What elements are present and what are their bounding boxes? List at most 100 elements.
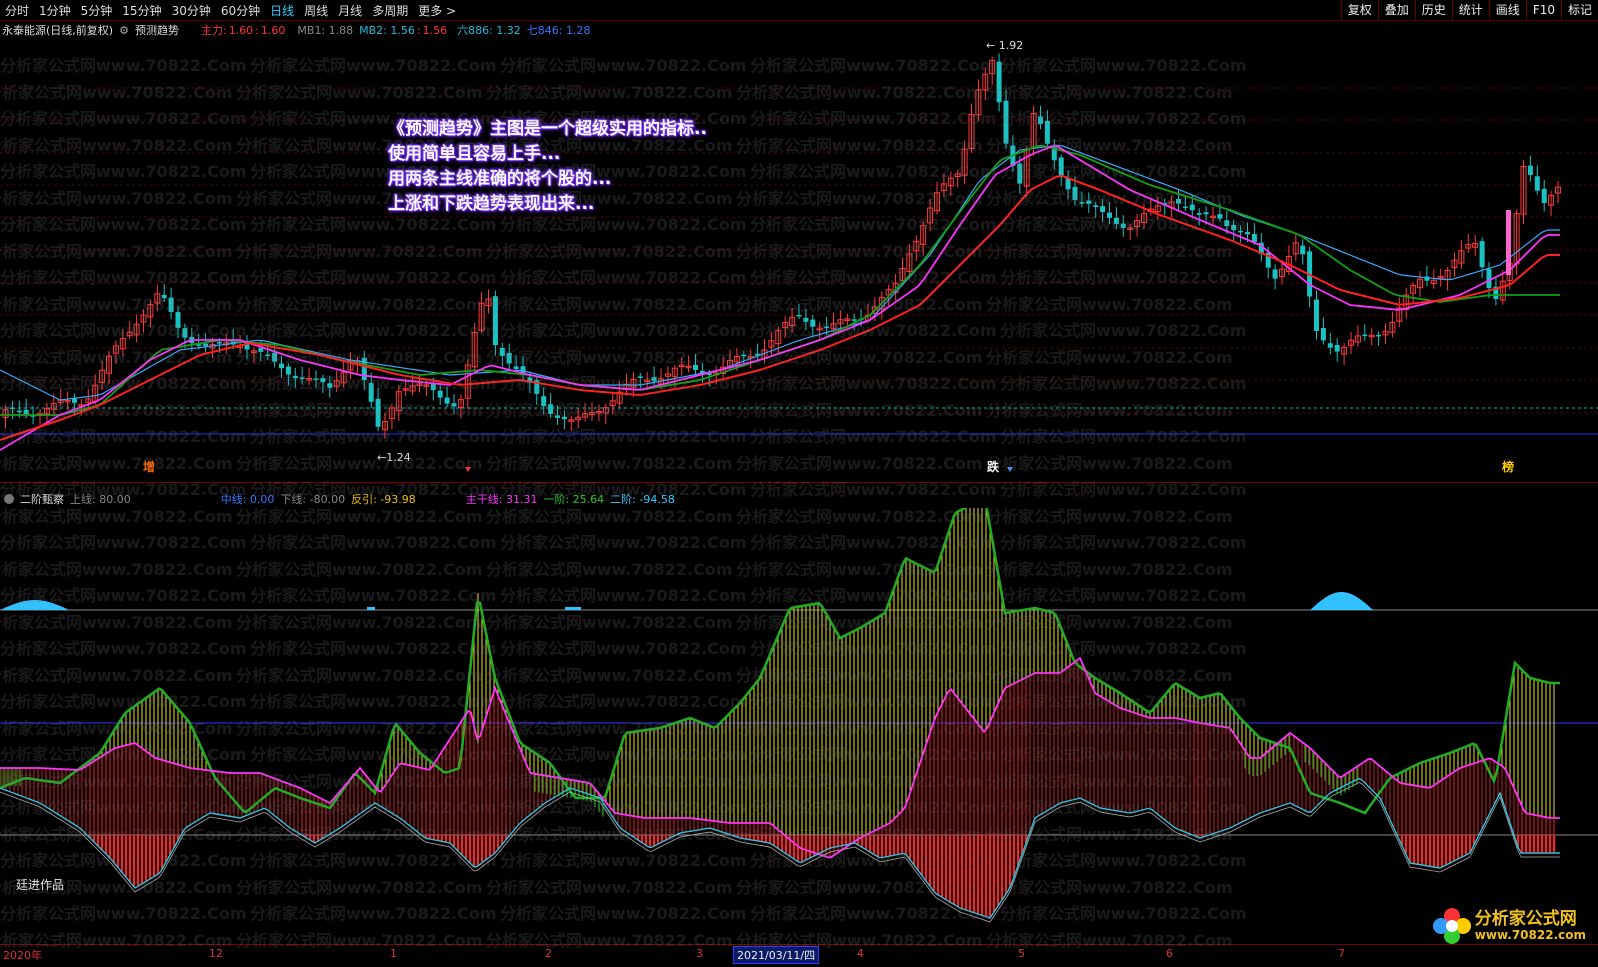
signal-bang: 榜 bbox=[1502, 459, 1514, 474]
candle-down bbox=[561, 416, 567, 420]
candle-down bbox=[1065, 178, 1071, 190]
candle-down bbox=[1362, 334, 1368, 337]
low-price-label: ←1.24 bbox=[377, 451, 411, 464]
candle-down bbox=[430, 383, 436, 391]
candle-down bbox=[175, 312, 181, 328]
candle-down bbox=[9, 407, 15, 409]
annotation-line: 使用简单且容易上手... bbox=[388, 144, 561, 164]
second-order-value: 二阶: -94.58 bbox=[610, 493, 675, 506]
timeframe-tab[interactable]: 周线 bbox=[299, 2, 333, 19]
date-label: 4 bbox=[857, 947, 864, 960]
candle-down bbox=[320, 378, 326, 383]
candle-down bbox=[1541, 188, 1547, 203]
candle-down bbox=[1327, 343, 1333, 348]
candle-down bbox=[1320, 327, 1326, 341]
candle-down bbox=[1272, 269, 1278, 279]
annotation-line: 《预测趋势》主图是一个超级实用的指标.. bbox=[388, 119, 707, 139]
signal-die: 跌 bbox=[987, 459, 1000, 474]
mb2-value: MB2: 1.56 bbox=[359, 23, 415, 37]
candle-down bbox=[513, 366, 519, 370]
author-signature: 廷进作品 bbox=[16, 878, 65, 892]
candle-down bbox=[1003, 100, 1009, 144]
candle-down bbox=[1113, 217, 1119, 225]
flower-logo-icon bbox=[1432, 908, 1471, 944]
timeframe-tab[interactable]: 日线 bbox=[265, 2, 299, 19]
tool-button[interactable]: 画线 bbox=[1488, 0, 1526, 20]
candle-down bbox=[1044, 120, 1050, 144]
tool-button[interactable]: 标记 bbox=[1560, 0, 1598, 20]
high-price-label: ← 1.92 bbox=[986, 40, 1023, 52]
candle-down bbox=[313, 378, 319, 381]
candle-down bbox=[272, 352, 278, 362]
candle-down bbox=[23, 409, 29, 415]
overbought-fill bbox=[1310, 592, 1392, 610]
indicator-chart[interactable] bbox=[0, 508, 1598, 942]
candle-down bbox=[1182, 206, 1188, 209]
tool-button[interactable]: 复权 bbox=[1340, 0, 1378, 20]
kline-chart[interactable]: ← 1.92 ←1.24 增 跌 榜 bbox=[0, 40, 1598, 480]
timeframe-tab[interactable]: 分时 bbox=[0, 2, 34, 19]
trunk-value: 主干线: 31.31 bbox=[465, 493, 538, 506]
arrow-up-icon bbox=[465, 467, 471, 472]
candle-down bbox=[258, 348, 264, 352]
timeframe-tab[interactable]: 1分钟 bbox=[34, 2, 76, 19]
main-value-1: 1.60 bbox=[228, 23, 254, 37]
candle-down bbox=[506, 352, 512, 364]
settings-gear-icon[interactable]: ⚙ bbox=[119, 24, 129, 37]
date-label: 3 bbox=[696, 947, 703, 960]
upper-line-value: 上线: 80.00 bbox=[70, 493, 131, 506]
candle-down bbox=[72, 398, 77, 403]
signal-bar bbox=[1506, 210, 1511, 275]
pane-divider[interactable] bbox=[0, 482, 1598, 483]
candle-down bbox=[1038, 116, 1043, 124]
timeframe-tab[interactable]: 月线 bbox=[333, 2, 367, 19]
candle-down bbox=[437, 390, 443, 398]
indicator-name[interactable]: 预测趋势 bbox=[135, 22, 179, 38]
candle-down bbox=[541, 396, 547, 407]
candle-down bbox=[1176, 198, 1181, 204]
date-label: 6 bbox=[1166, 947, 1173, 960]
tool-button[interactable]: 叠加 bbox=[1377, 0, 1415, 20]
candle-down bbox=[1238, 230, 1244, 233]
mb2-value-2: 1.56 bbox=[422, 23, 448, 37]
main-label: 主力: bbox=[200, 24, 227, 37]
candle-down bbox=[810, 319, 816, 327]
main-info-bar: 永泰能源(日线,前复权) ⚙ 预测趋势 主力: 1.60 : 1.60 MB1:… bbox=[2, 22, 591, 38]
candle-down bbox=[1314, 299, 1319, 331]
candle-down bbox=[851, 319, 857, 321]
candle-down bbox=[16, 410, 22, 413]
ma-line-green bbox=[0, 144, 1560, 416]
reverse-value: 反引: -93.98 bbox=[351, 493, 416, 506]
candle-down bbox=[1086, 200, 1092, 204]
candle-down bbox=[1231, 224, 1237, 231]
indicator-toggle-icon[interactable] bbox=[4, 494, 14, 504]
seven-value: 七846: 1.28 bbox=[526, 24, 591, 37]
timeframe-tab[interactable]: 多周期 bbox=[367, 2, 413, 19]
candle-down bbox=[637, 376, 643, 378]
candle-down bbox=[361, 357, 367, 381]
tool-button[interactable]: 历史 bbox=[1414, 0, 1452, 20]
candle-down bbox=[1534, 176, 1540, 191]
date-axis[interactable]: 2020年 12 1 2 3 2021/03/11/四 4 5 6 7 bbox=[0, 944, 1598, 967]
candle-down bbox=[693, 364, 698, 370]
tool-button[interactable]: F10 bbox=[1525, 0, 1561, 20]
candle-down bbox=[1251, 234, 1257, 242]
candle-down bbox=[1479, 241, 1485, 268]
indicator-title[interactable]: 二阶甄察 bbox=[20, 491, 64, 507]
timeframe-tab[interactable]: 30分钟 bbox=[167, 2, 216, 19]
timeframe-tab[interactable]: 5分钟 bbox=[76, 2, 118, 19]
candle-down bbox=[161, 294, 167, 299]
stock-name[interactable]: 永泰能源(日线,前复权) bbox=[2, 22, 113, 38]
timeframe-tab[interactable]: 更多 > bbox=[413, 2, 461, 19]
timeframe-tab[interactable]: 15分钟 bbox=[117, 2, 166, 19]
candle-down bbox=[1196, 213, 1202, 215]
candle-down bbox=[1527, 165, 1533, 175]
timeframe-tab[interactable]: 60分钟 bbox=[216, 2, 265, 19]
cursor-date: 2021/03/11/四 bbox=[733, 946, 820, 964]
candle-down bbox=[548, 404, 554, 414]
logo-url: www.70822.com bbox=[1474, 928, 1586, 942]
candle-down bbox=[168, 297, 174, 312]
ma-line-red bbox=[0, 174, 1560, 441]
date-label: 5 bbox=[1018, 947, 1025, 960]
tool-button[interactable]: 统计 bbox=[1451, 0, 1489, 20]
